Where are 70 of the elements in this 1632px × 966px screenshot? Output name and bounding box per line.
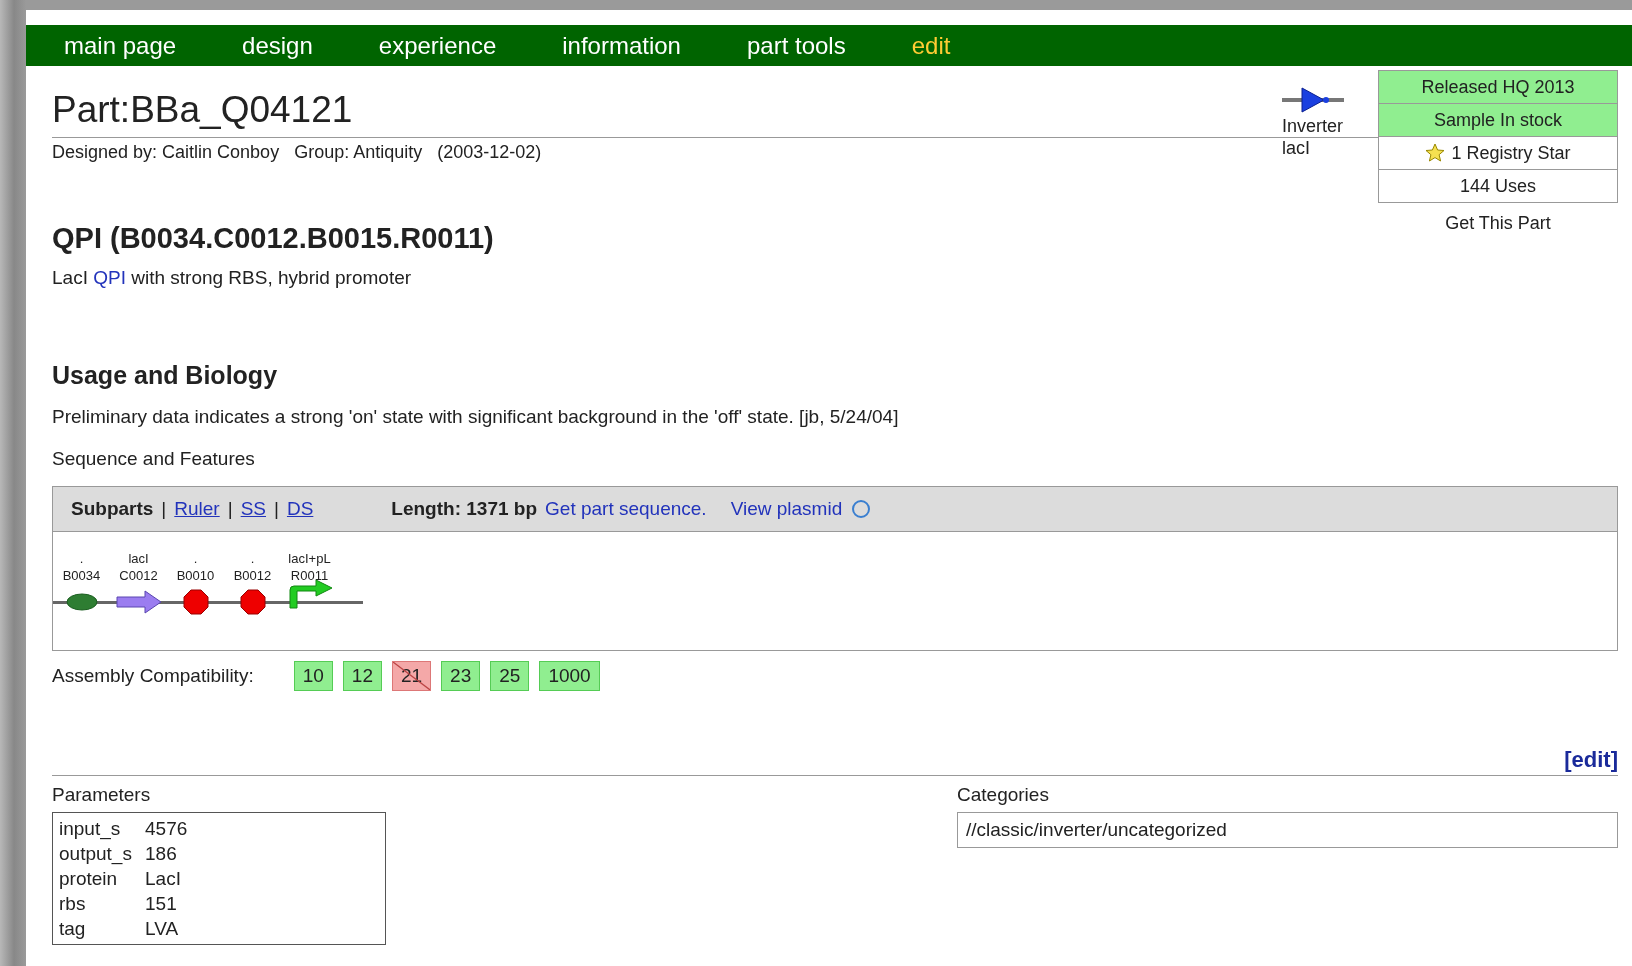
subpart-name: B0012: [233, 567, 272, 584]
subpart-label: .: [250, 550, 255, 567]
separator-text: |: [274, 498, 279, 520]
part-heading: QPI (B0034.C0012.B0015.R0011): [52, 222, 494, 255]
subpart-label: .: [79, 550, 84, 567]
view-tab[interactable]: Ruler: [174, 498, 220, 520]
subpart-label: .: [193, 550, 198, 567]
edit-link[interactable]: [edit]: [1564, 747, 1618, 773]
standard-tag: 25: [490, 661, 530, 691]
status-text: Sample In stock: [1433, 109, 1563, 131]
status-text: Released HQ 2013: [1421, 76, 1575, 98]
octagon-icon: [182, 589, 209, 615]
device-label: Inverter: [1282, 116, 1344, 137]
standard-tag: 23: [441, 661, 481, 691]
status-text: 144 Uses: [1459, 175, 1536, 197]
parameter-name: output_s: [59, 842, 133, 866]
nav-link[interactable]: main page: [64, 31, 177, 60]
get-part-link[interactable]: Get This Part: [1445, 213, 1551, 234]
page-title: Part:BBa_Q04121: [52, 89, 354, 131]
separator-text: |: [227, 498, 233, 520]
parameter-name: tag: [59, 917, 87, 941]
bent-arrow-icon: [286, 579, 333, 609]
subpart-name: C0012: [119, 567, 158, 584]
view-tab[interactable]: DS: [286, 498, 314, 520]
category-field: //classic/inverter/uncategorized: [957, 812, 1618, 848]
subpart-name: B0034: [62, 567, 101, 584]
parameter-value: LVA: [145, 917, 179, 941]
nav-link[interactable]: experience: [378, 31, 497, 60]
standard-tag: 10: [293, 661, 333, 691]
parameter-value: LacI: [145, 867, 181, 891]
length-text: Length: 1371 bp: [391, 498, 538, 520]
inverter-icon: [1282, 86, 1344, 116]
separator-text: |: [161, 498, 167, 520]
octagon-icon: [239, 589, 266, 615]
subpart-label: lacI: [128, 550, 149, 567]
device-sublabel: lacI: [1282, 138, 1310, 159]
standard-tag: 21: [391, 661, 432, 691]
arrow-icon: [115, 590, 162, 614]
parameters-title: Parameters: [52, 784, 152, 806]
view-tab[interactable]: Subparts: [71, 498, 154, 520]
nav-link[interactable]: information: [562, 31, 681, 60]
section-heading: Usage and Biology: [52, 361, 278, 390]
parameter-value: 186: [145, 842, 177, 866]
usage-text: Preliminary data indicates a strong 'on' state with significant background in the 'off' state. [jb, 5/24/04]: [52, 406, 899, 428]
parameter-value: 4576: [145, 817, 188, 841]
subpart-name: R0011: [290, 567, 329, 584]
parameter-name: input_s: [59, 817, 122, 841]
categories-title: Categories: [957, 784, 1050, 806]
assembly-label: Assembly Compatibility:: [52, 665, 254, 687]
nav-link[interactable]: part tools: [746, 31, 846, 60]
subpart-name: B0010: [176, 567, 215, 584]
star-icon: [1425, 143, 1446, 163]
sequence-label: Sequence and Features: [52, 448, 255, 470]
standard-tag: 12: [342, 661, 382, 691]
parameter-value: 151: [145, 892, 177, 916]
rbs-icon: [65, 593, 98, 611]
parameter-name: rbs: [59, 892, 87, 916]
nav-link[interactable]: design: [242, 31, 313, 60]
view-plasmid-link[interactable]: View plasmid: [730, 498, 843, 520]
view-tab[interactable]: SS: [240, 498, 266, 520]
subpart-label: lacI+pL: [288, 550, 331, 567]
parameter-name: protein: [59, 867, 119, 891]
nav-link[interactable]: edit: [911, 31, 951, 60]
status-text: 1 Registry Star: [1451, 142, 1571, 164]
plasmid-icon: [850, 498, 873, 520]
standard-tag: 1000: [539, 661, 600, 691]
designer-info: Designed by: Caitlin Conboy Group: Antiquity (2003-12-02): [52, 141, 543, 163]
get-sequence-link[interactable]: Get part sequence.: [545, 498, 707, 520]
qpi-link[interactable]: QPI: [93, 267, 126, 288]
part-description: LacI QPI with strong RBS, hybrid promoter: [52, 267, 412, 289]
